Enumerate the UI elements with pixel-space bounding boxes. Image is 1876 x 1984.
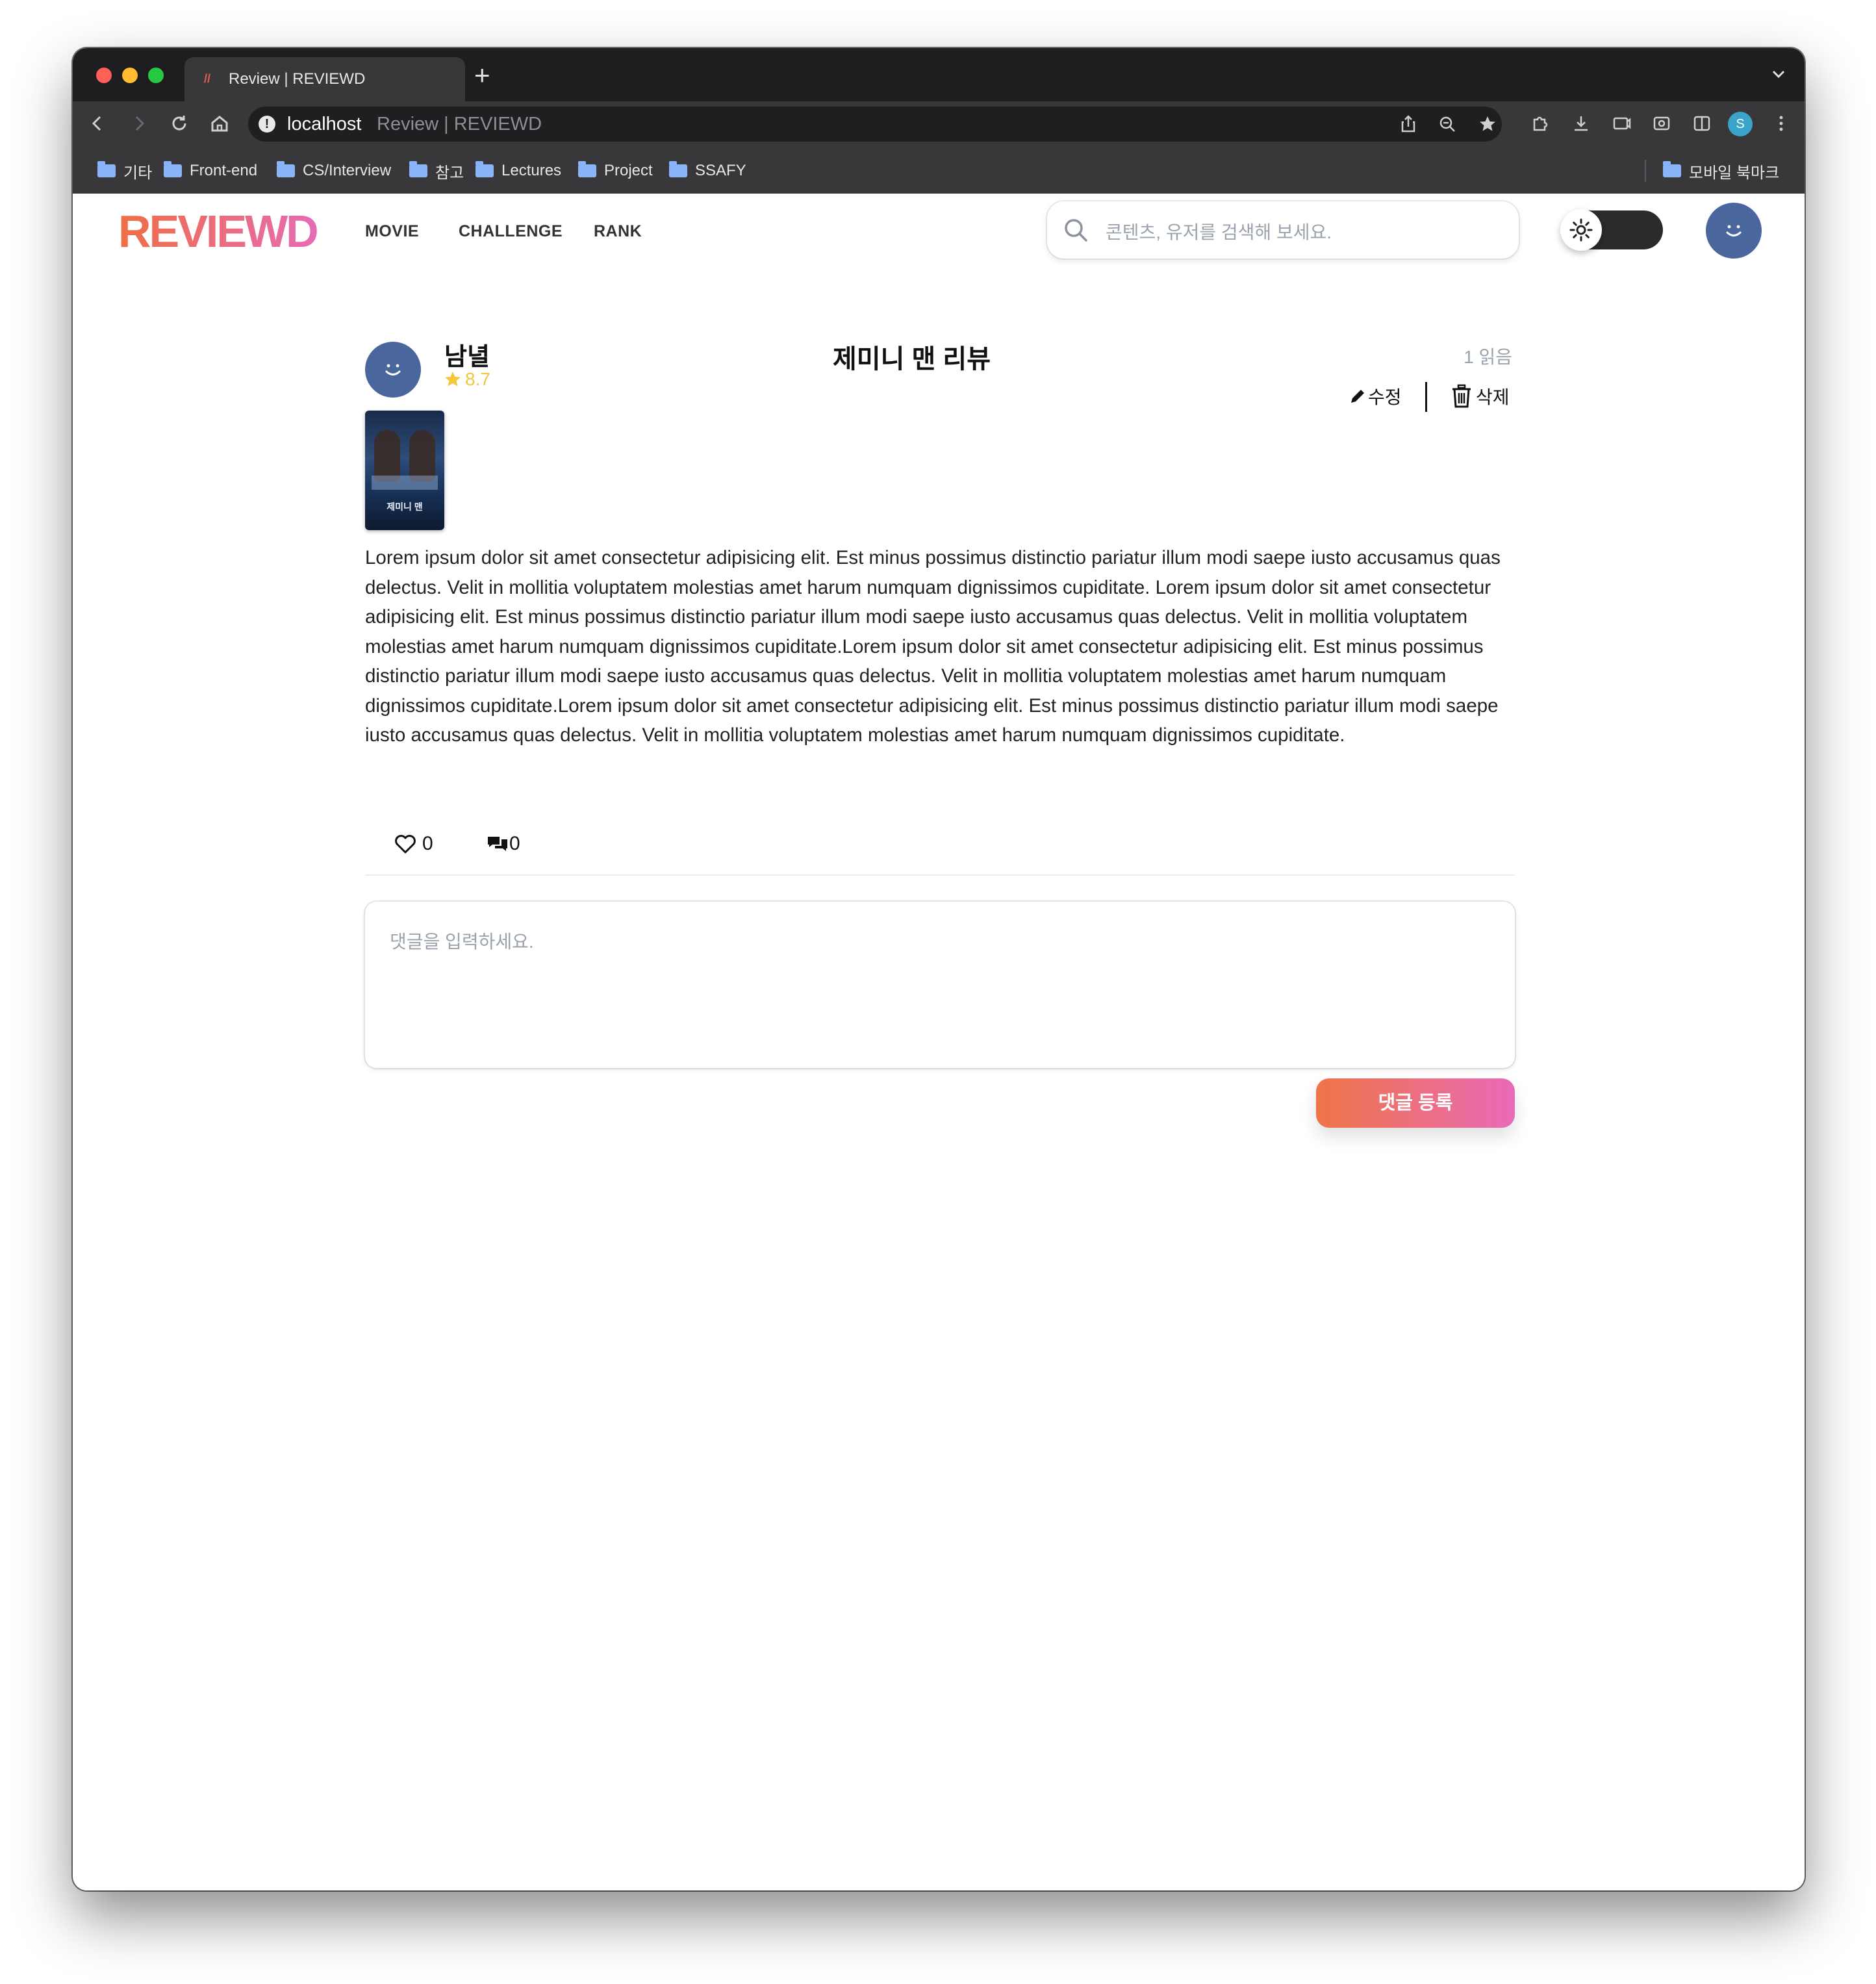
bookmark-folder[interactable]: 참고 (409, 161, 464, 182)
like-count: 0 (422, 833, 433, 854)
address-page-title: Review | REVIEWD (377, 114, 542, 134)
folder-icon (409, 161, 427, 177)
poster-face-right (409, 430, 435, 482)
folder-icon (164, 161, 182, 177)
movie-poster[interactable]: 제미니 맨 (365, 411, 444, 530)
tab-title: Review | REVIEWD (229, 70, 366, 88)
trash-icon (1452, 384, 1471, 408)
folder-icon (1663, 161, 1681, 177)
folder-icon (277, 161, 295, 177)
home-icon[interactable] (207, 110, 233, 136)
side-panel-icon[interactable] (1689, 110, 1715, 136)
bookmark-star-icon[interactable] (1475, 111, 1501, 137)
sun-icon (1569, 218, 1593, 242)
star-icon (445, 372, 461, 387)
smile-icon (385, 364, 401, 375)
folder-icon (475, 161, 494, 177)
read-count: 1 읽음 (1464, 347, 1512, 367)
folder-icon (578, 161, 596, 177)
pencil-icon (1351, 390, 1364, 403)
bookmark-folder[interactable]: Front-end (164, 161, 257, 181)
new-tab-button[interactable]: + (474, 60, 490, 91)
info-icon[interactable]: ! (259, 116, 275, 133)
comment-count-indicator: 0 (486, 833, 520, 855)
profile-avatar[interactable]: S (1728, 112, 1753, 136)
comment-count: 0 (509, 833, 520, 854)
search-placeholder: 콘텐츠, 유저를 검색해 보세요. (1106, 222, 1332, 242)
rating: 8.7 (443, 369, 490, 390)
heart-icon (395, 835, 416, 854)
delete-button[interactable]: 삭제 (1450, 383, 1510, 409)
author-name[interactable]: 남녈 (444, 337, 490, 372)
forward-icon[interactable] (126, 110, 152, 136)
tab-review[interactable]: // Review | REVIEWD (184, 57, 465, 101)
cast-icon[interactable] (1608, 110, 1634, 136)
mobile-bookmarks-folder[interactable]: 모바일 북마크 (1663, 161, 1779, 182)
bookmark-divider (1645, 160, 1646, 182)
download-icon[interactable] (1568, 110, 1594, 136)
menu-icon[interactable] (1768, 110, 1794, 136)
like-button[interactable]: 0 (394, 833, 433, 855)
address-host: localhost (287, 114, 362, 134)
share-icon[interactable] (1395, 111, 1421, 137)
search-icon (1065, 219, 1087, 242)
bookmark-folder[interactable]: SSAFY (669, 161, 746, 181)
bookmark-folder[interactable]: 기타 (97, 161, 152, 182)
delete-label: 삭제 (1476, 387, 1510, 407)
comments-icon (488, 837, 507, 851)
nav-rank[interactable]: RANK (594, 222, 642, 241)
submit-comment-button[interactable]: 댓글 등록 (1316, 1078, 1515, 1128)
edit-label: 수정 (1368, 387, 1402, 407)
nav-movie[interactable]: MOVIE (365, 222, 419, 241)
screenshot-icon[interactable] (1649, 110, 1675, 136)
poster-title: 제미니 맨 (387, 502, 423, 512)
review-title: 제미니 맨 리뷰 (833, 345, 991, 374)
site-logo[interactable]: REVIEWD (118, 205, 319, 257)
author-avatar[interactable] (365, 342, 421, 398)
bookmark-folder[interactable]: Project (578, 161, 653, 181)
section-divider (365, 874, 1515, 876)
bookmark-folder[interactable]: Lectures (475, 161, 561, 181)
edit-button[interactable]: 수정 (1347, 383, 1402, 409)
browser-toolbar: ! localhost Review | REVIEWD S (73, 101, 1805, 147)
folder-icon (669, 161, 687, 177)
close-window-button[interactable] (96, 68, 112, 83)
zoom-icon[interactable] (1434, 111, 1460, 137)
back-icon[interactable] (84, 110, 110, 136)
review-content: Lorem ipsum dolor sit amet consectetur a… (365, 547, 1501, 746)
bookmark-folder[interactable]: CS/Interview (277, 161, 391, 181)
address-bar[interactable]: ! localhost Review | REVIEWD (248, 107, 1502, 142)
page-content: REVIEWD MOVIE CHALLENGE RANK 콘텐츠, 유저를 검색… (73, 194, 1805, 1890)
toggle-knob (1560, 209, 1602, 251)
poster-face-left (374, 430, 400, 482)
browser-window: // Review | REVIEWD + ! localhost Review… (73, 48, 1805, 1890)
user-avatar[interactable] (1706, 203, 1762, 259)
chevron-down-icon[interactable] (1767, 62, 1790, 86)
search-input[interactable]: 콘텐츠, 유저를 검색해 보세요. (1047, 201, 1519, 259)
poster-glow (372, 476, 438, 490)
nav-challenge[interactable]: CHALLENGE (459, 222, 563, 241)
reload-icon[interactable] (166, 110, 192, 136)
extensions-icon[interactable] (1527, 110, 1553, 136)
action-divider (1425, 382, 1427, 412)
rating-value: 8.7 (465, 369, 490, 389)
minimize-window-button[interactable] (122, 68, 138, 83)
zoom-window-button[interactable] (148, 68, 164, 83)
comment-input[interactable]: 댓글을 입력하세요. (365, 902, 1515, 1068)
theme-toggle[interactable] (1560, 209, 1663, 251)
bookmarks-bar: 기타 Front-end CS/Interview 참고 Lectures Pr… (73, 147, 1805, 195)
favicon-icon: // (204, 72, 211, 85)
folder-icon (97, 161, 116, 177)
smile-icon (1726, 225, 1742, 236)
tab-bar: // Review | REVIEWD + (73, 48, 1805, 101)
comment-placeholder: 댓글을 입력하세요. (390, 932, 534, 952)
